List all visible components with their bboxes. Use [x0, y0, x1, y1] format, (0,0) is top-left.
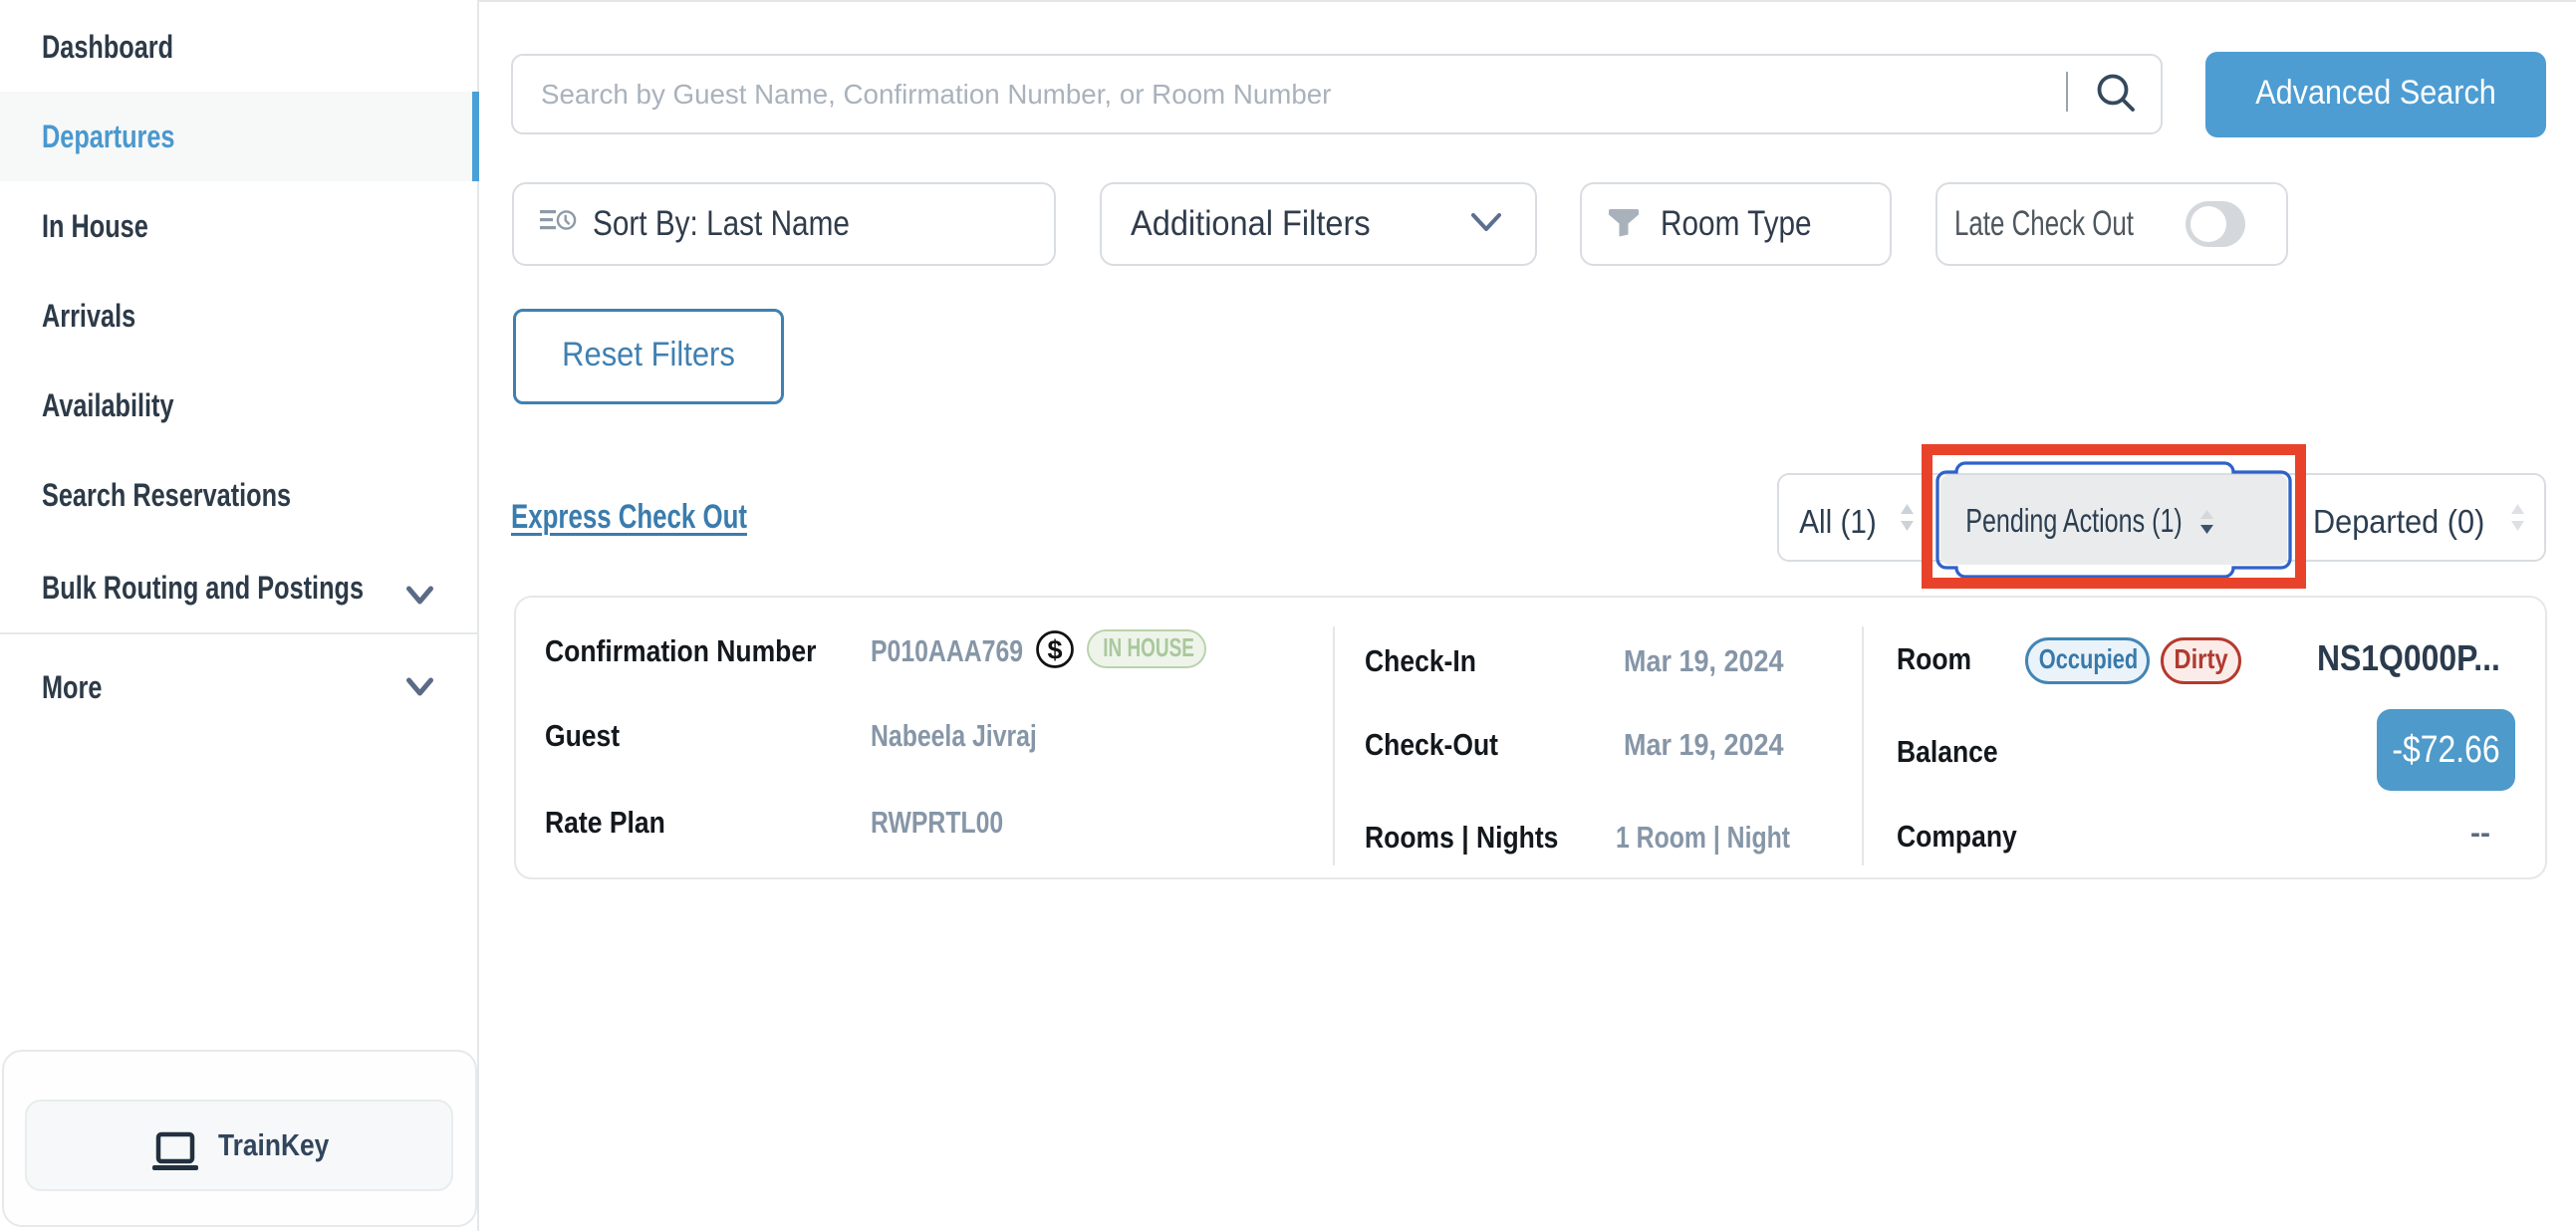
svg-text:$: $ [1047, 635, 1062, 665]
